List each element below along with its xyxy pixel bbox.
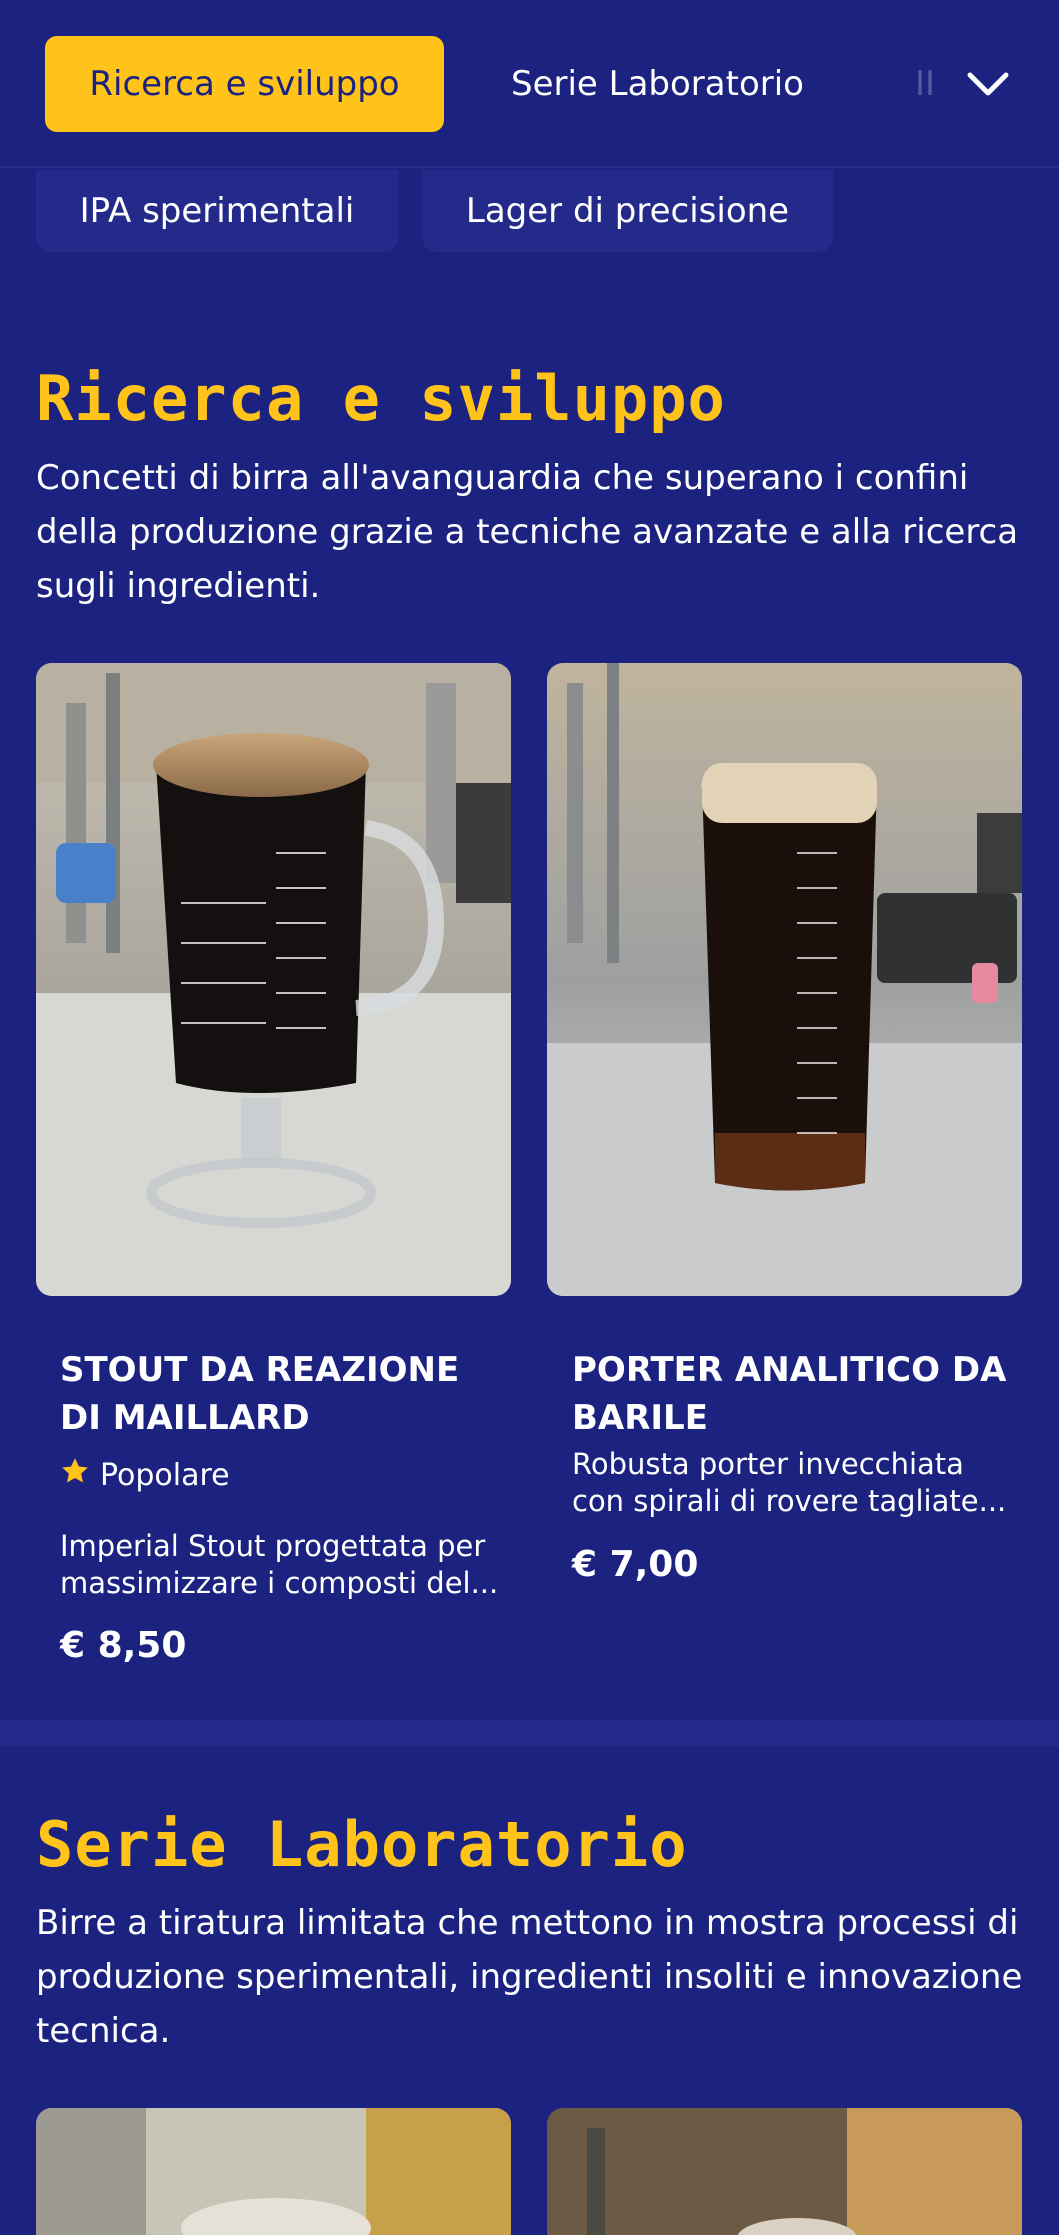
product-name[interactable]: PORTER ANALITICO DA BARILE [572,1346,1012,1442]
product-description: Imperial Stout progettata per massimizza… [60,1529,499,1600]
popular-badge: Popolare [60,1456,230,1494]
star-icon [60,1456,90,1494]
category-tab-ricerca-e-sviluppo[interactable]: Ricerca e sviluppo [45,36,444,132]
product-image-preview[interactable] [36,2108,511,2235]
chevron-down-icon[interactable] [960,56,1016,112]
product-description: Robusta porter invecchiata con spirali d… [572,1447,1007,1518]
category-nav: Ricerca e sviluppo Serie Laboratorio II [0,0,1059,168]
category-tab-serie-laboratorio[interactable]: Serie Laboratorio [511,36,804,132]
product-price: € 8,50 [60,1625,187,1666]
badge-label: Popolare [100,1457,230,1493]
product-price: € 7,00 [572,1544,699,1585]
section-divider [0,1720,1059,1746]
chip-ipa-sperimentali[interactable]: IPA sperimentali [36,170,398,252]
product-name[interactable]: STOUT DA REAZIONE DI MAILLARD [60,1346,500,1442]
product-image-preview[interactable] [547,2108,1022,2235]
product-image-stout[interactable] [36,663,511,1296]
chip-lager-di-precisione[interactable]: Lager di precisione [422,170,833,252]
product-image-porter[interactable] [547,663,1022,1296]
section-title: Ricerca e sviluppo [36,362,726,435]
category-tab-partial[interactable]: II [915,36,945,132]
section-description: Birre a tiratura limitata che mettono in… [36,1903,1023,2051]
section-title: Serie Laboratorio [36,1808,688,1881]
section-description: Concetti di birra all'avanguardia che su… [36,458,1019,606]
